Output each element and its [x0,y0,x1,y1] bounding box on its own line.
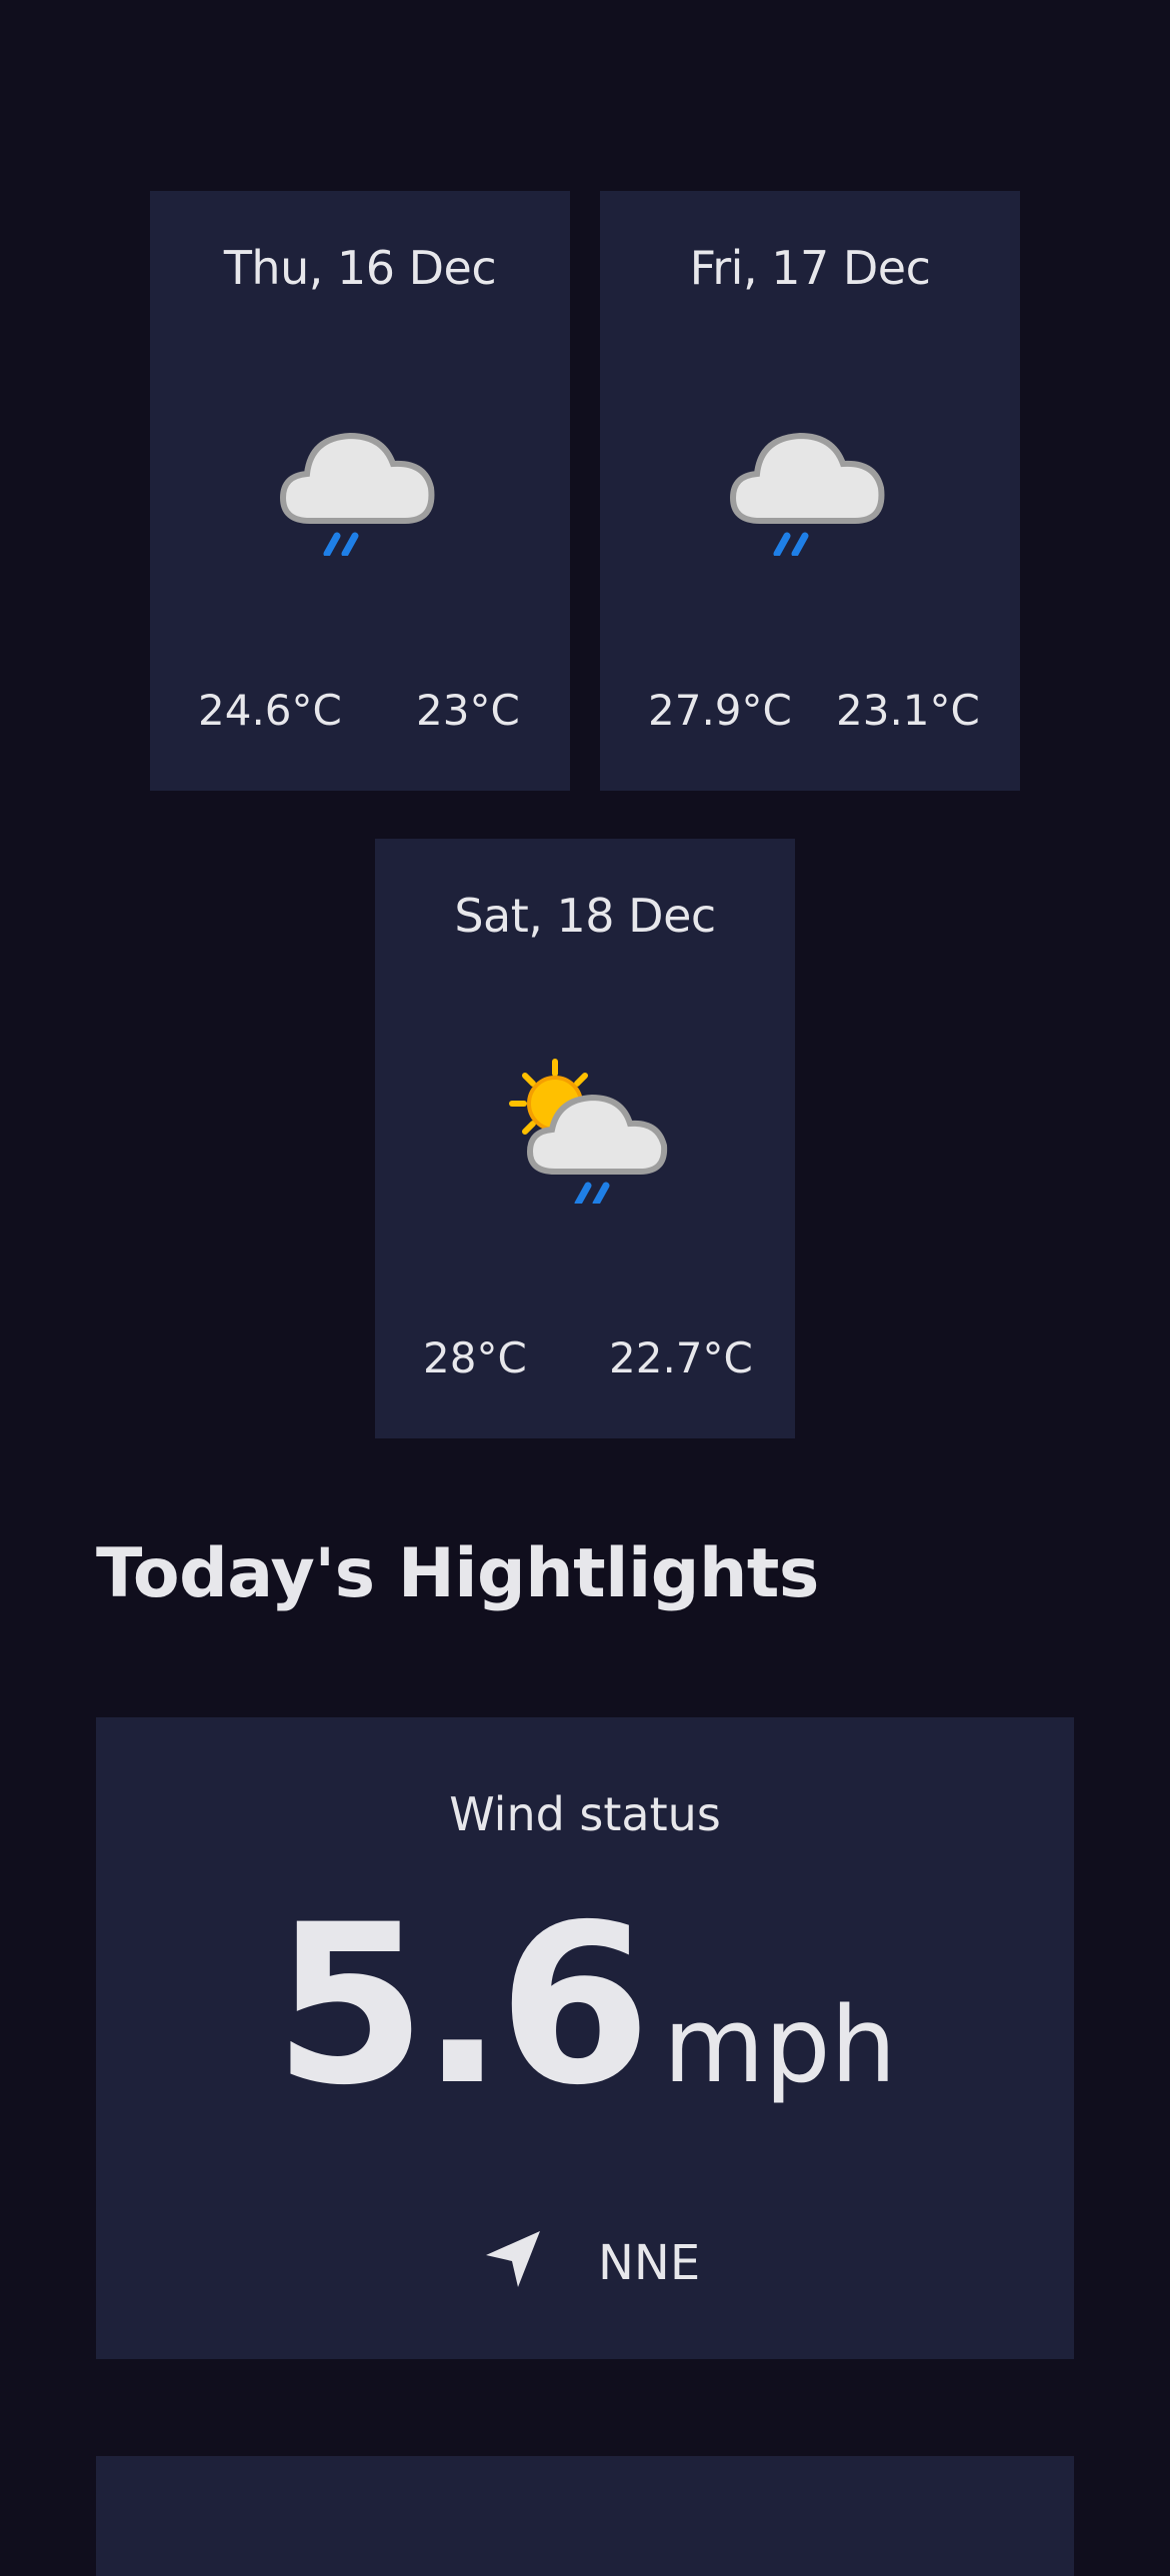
max-temp: 27.9°C [648,686,792,735]
wind-speed-unit: mph [663,1984,897,2106]
wind-status-title: Wind status [449,1787,721,1841]
wind-status-card: Wind status 5.6 mph NNE [96,1717,1074,2359]
min-temp: 23°C [416,686,520,735]
max-temp: 24.6°C [198,686,342,735]
light-rain-icon [279,432,435,556]
forecast-date: Thu, 16 Dec [223,241,497,295]
wind-direction: NNE [96,2225,1074,2315]
min-temp: 22.7°C [609,1333,753,1382]
forecast-date: Fri, 17 Dec [689,241,931,295]
wind-direction-label: NNE [598,2235,701,2291]
forecast-card: Sat, 18 Dec 28°C 22.7°C [375,839,795,1438]
forecast-card: Thu, 16 Dec 24.6°C 23°C [150,191,570,791]
highlights-heading: Today's Hightlights [96,1534,819,1613]
wind-speed: 5.6 mph [96,1895,1074,2115]
min-temp: 23.1°C [836,686,980,735]
wind-speed-value: 5.6 [273,1877,652,2133]
forecast-date: Sat, 18 Dec [454,889,716,943]
sun-cloud-rain-icon [509,1059,668,1204]
navigation-arrow-icon [486,2231,540,2287]
light-rain-icon [729,432,885,556]
highlight-card [96,2456,1074,2576]
max-temp: 28°C [423,1333,527,1382]
forecast-card: Fri, 17 Dec 27.9°C 23.1°C [600,191,1020,791]
